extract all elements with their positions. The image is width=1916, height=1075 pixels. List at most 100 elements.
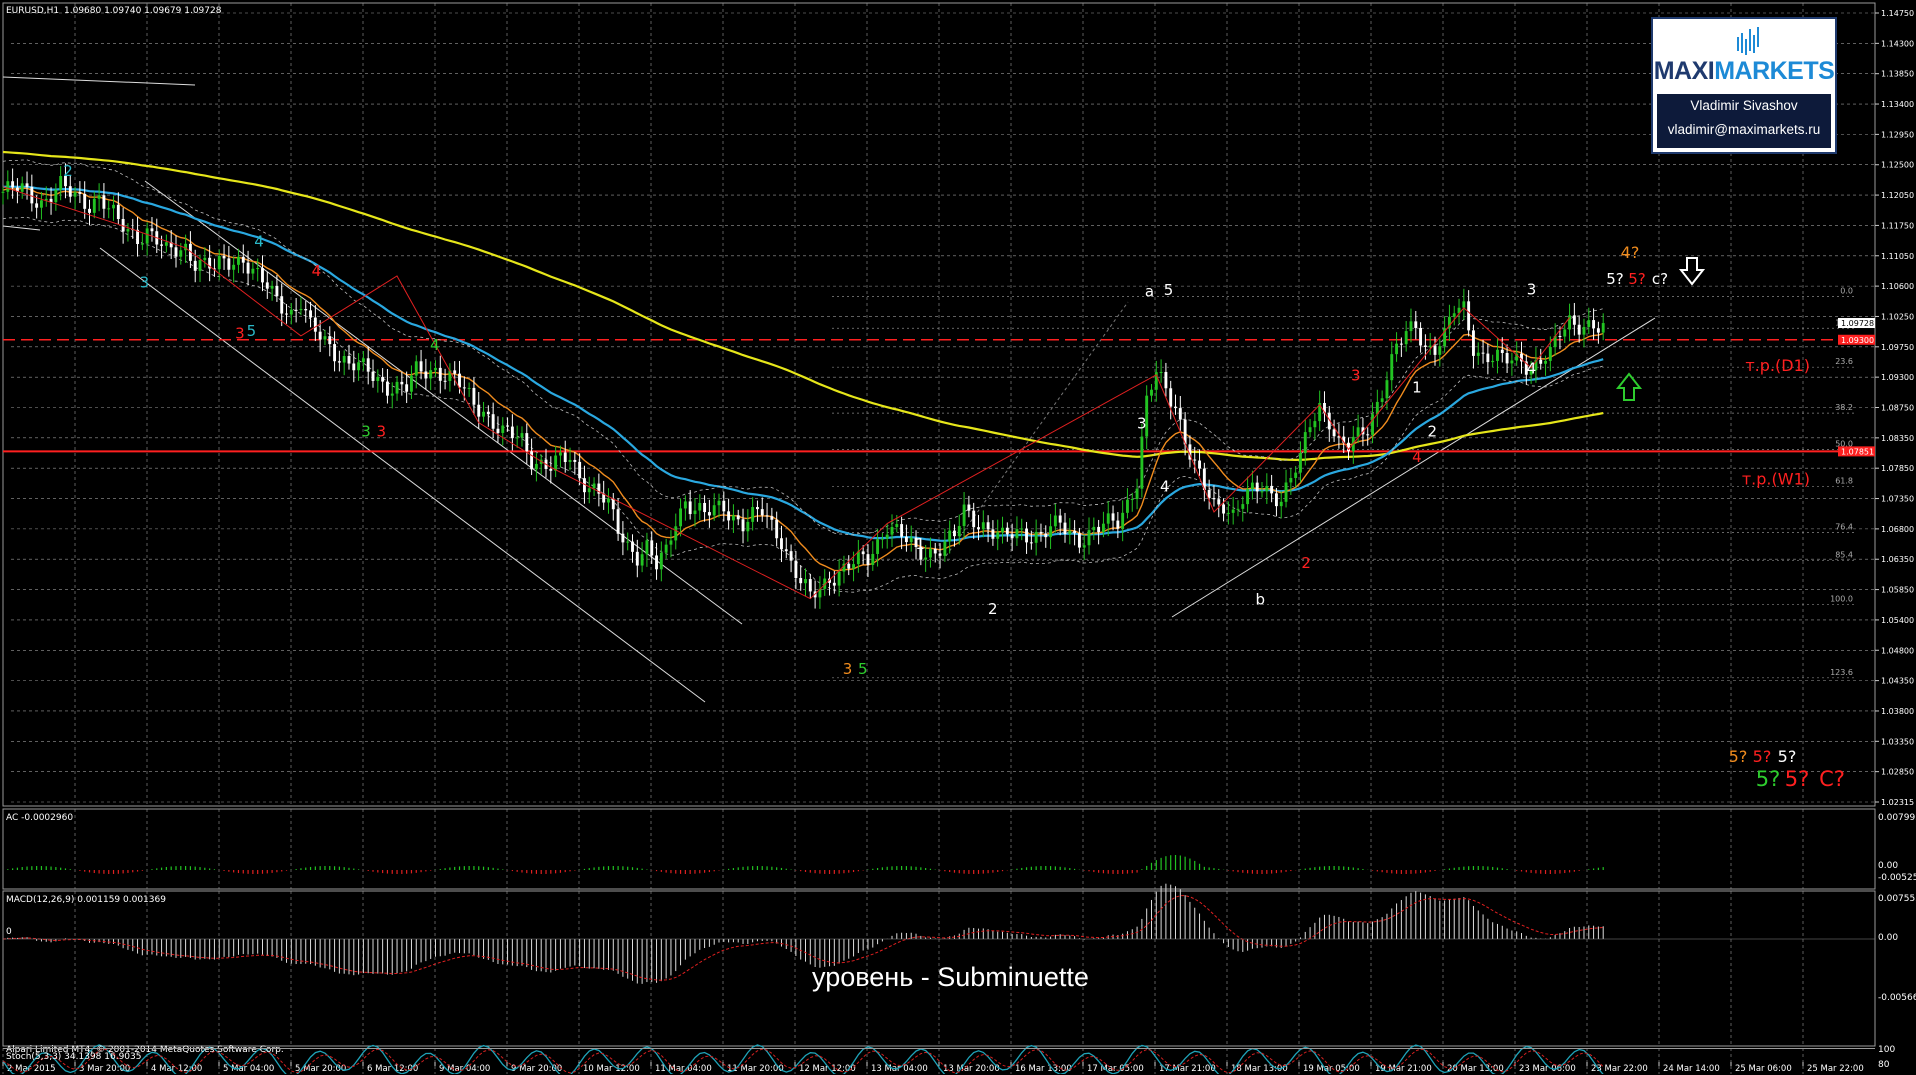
candle-body [376,376,380,381]
wave-label: 3 [1137,414,1147,432]
stoch-frame-overlay [3,1048,1875,1075]
candle-body [707,512,711,516]
candle-body [1063,522,1067,535]
candle-body [1169,388,1173,407]
candle-body [635,551,639,566]
candle-body [1246,488,1250,505]
price-tick-label: 1.07850 [1881,464,1914,473]
candle-body [1049,526,1053,538]
candle-body [760,509,764,516]
candle-body [1385,380,1389,399]
candle-body [506,425,510,427]
candle-body [1260,491,1264,493]
candle-body [1250,482,1254,489]
candle-body [1371,414,1374,435]
candle-body [986,522,990,530]
fib-level-label: 100.0 [1830,594,1853,603]
candle-body [837,571,841,586]
candle-body [1558,335,1562,337]
candle-body [112,204,115,209]
candle-body [1005,527,1009,535]
wave-degree-label: уровень - Subminuette [812,962,1089,992]
candle-body [1135,488,1139,500]
candle-body [866,554,870,565]
ac-label: AC -0.0002960 [6,813,73,823]
candle-body [568,459,572,463]
wave-label: 4 [430,336,440,354]
forecast-label: c? [1652,270,1668,288]
candle-body [977,527,980,530]
logo-bars-icon [1737,27,1759,55]
candle-body [429,370,433,379]
candle-body [938,553,942,556]
wave-label: b [1255,590,1265,608]
candle-body [948,530,952,542]
candle-body [472,387,476,405]
wave-label: 2 [1427,423,1437,441]
candle-body [717,500,721,506]
candle-body [981,522,985,530]
candle-body [534,463,538,470]
wave-label: 1 [1412,379,1422,397]
candle-body [611,498,615,510]
candle-body [1548,347,1552,361]
candle-body [1077,533,1081,548]
candle-body [357,362,361,371]
candle-body [477,404,481,417]
ac-scale-top: 0.0079954 [1878,813,1916,823]
candle-body [1092,526,1096,531]
price-tick-label: 1.09750 [1881,343,1914,352]
candle-body [525,433,529,452]
fib-level-label: 76.4 [1835,522,1853,531]
candle-body [780,538,783,550]
price-tick-label: 1.08350 [1881,434,1914,443]
candle-body [35,203,39,208]
candle-body [1428,345,1432,347]
candle-body [241,256,245,263]
candle-body [486,411,490,415]
candle-body [1159,371,1163,373]
candle-body [1111,513,1115,521]
candle-body [54,189,58,203]
candle-body [227,258,231,270]
candle-body [424,371,428,379]
candle-body [390,393,394,396]
candle-body [256,268,260,270]
candle-body [520,433,524,438]
candle-body [1572,315,1576,325]
candle-body [443,380,447,382]
candle-body [1193,459,1197,461]
candle-body [794,560,798,579]
candle-body [727,511,731,521]
forecast-label: 5? [1628,270,1646,288]
candle-body [385,381,389,396]
author-name: Vladimir Sivashov [1690,98,1798,113]
candle-body [631,541,634,552]
forecast-label: 5? [1753,747,1772,766]
price-tick-label: 1.06350 [1881,555,1914,564]
price-tick-label: 1.11050 [1881,252,1914,261]
candle-body [458,373,461,388]
candle-body [145,228,149,244]
candle-body [804,579,807,584]
candle-body [275,285,279,297]
candle-body [237,256,240,265]
price-tick-label: 1.12500 [1881,161,1914,170]
chart-canvas[interactable]: 0.011.823.638.250.061.876.485.4100.0123.… [0,0,1916,1074]
candle-body [876,539,880,554]
candle-body [419,361,423,372]
candle-body [381,376,385,382]
candle-body [563,452,567,463]
candle-body [1,191,5,193]
candle-body [799,578,803,584]
candle-body [1150,389,1153,396]
candle-body [674,526,678,541]
candle-body [482,411,485,417]
price-axis[interactable]: 1.14750 1.14300 1.13850 1.13400 1.12950 1.125… [1875,9,1914,807]
candle-body [395,381,399,394]
candle-body [496,428,500,433]
candle-body [20,183,24,192]
candle-body [885,534,889,539]
candle-body [68,186,72,197]
candle-body [400,381,404,385]
